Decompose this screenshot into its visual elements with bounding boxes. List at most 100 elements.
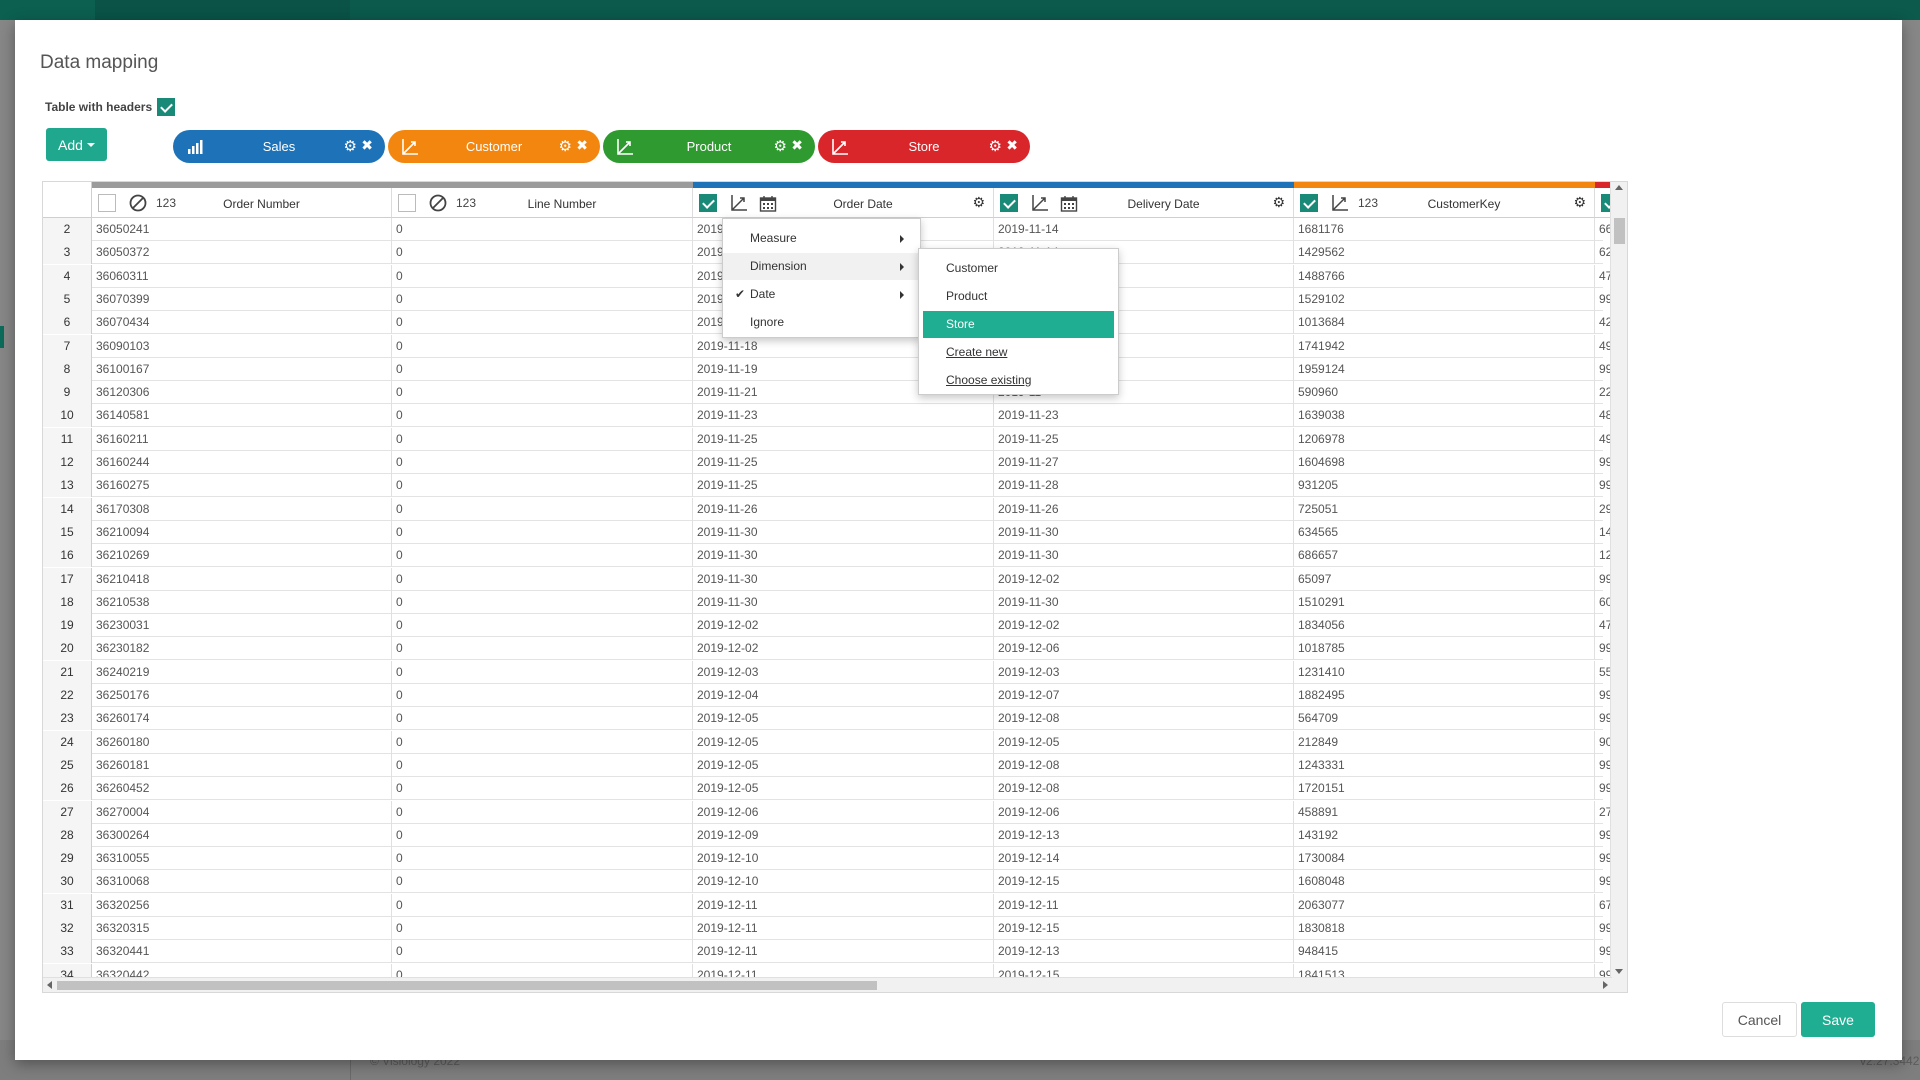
table-cell[interactable]: 2019-12-06 (994, 637, 1294, 661)
table-cell[interactable]: 0 (392, 917, 693, 940)
table-cell[interactable]: 36210094 (92, 520, 392, 544)
table-cell[interactable]: 36050241 (92, 218, 392, 241)
table-cell[interactable]: 1488766 (1294, 264, 1595, 288)
table-cell[interactable]: 36240219 (92, 660, 392, 684)
table-cell[interactable]: 686657 (1294, 544, 1595, 568)
table-cell[interactable]: 0 (392, 334, 693, 358)
gear-icon[interactable]: ⚙ (344, 137, 357, 155)
table-cell[interactable]: 0 (392, 357, 693, 381)
menu-item-date[interactable]: ✔ Date (723, 281, 920, 308)
table-cell[interactable]: 2019-12-15 (994, 917, 1294, 940)
column-header[interactable]: 123 Order Number (92, 188, 392, 218)
column-header[interactable]: Order Date ⚙ (693, 188, 994, 218)
table-cell[interactable]: 2019-12-02 (994, 567, 1294, 591)
gear-icon[interactable]: ⚙ (774, 137, 787, 155)
table-cell[interactable]: 0 (392, 404, 693, 428)
table-cell[interactable]: 2019-11-30 (693, 590, 994, 614)
table-cell[interactable]: 36230182 (92, 637, 392, 661)
table-cell[interactable]: 2019-11-28 (994, 474, 1294, 498)
table-cell[interactable]: 2019-12-05 (994, 730, 1294, 754)
table-cell[interactable]: 458891 (1294, 800, 1595, 824)
table-cell[interactable]: 0 (392, 684, 693, 707)
table-cell[interactable]: 212849 (1294, 730, 1595, 754)
table-cell[interactable]: 2019-12-05 (693, 753, 994, 777)
table-cell[interactable]: 1882495 (1294, 684, 1595, 707)
table-cell[interactable]: 0 (392, 870, 693, 894)
table-cell[interactable]: 0 (392, 730, 693, 754)
table-cell[interactable]: 1206978 (1294, 427, 1595, 451)
table-cell[interactable]: 36320315 (92, 917, 392, 940)
table-cell[interactable]: 36210418 (92, 567, 392, 591)
entity-pill-product[interactable]: Product ⚙ ✖ (603, 130, 815, 163)
submenu-item-product[interactable]: Product (919, 283, 1118, 310)
table-cell[interactable]: 1231410 (1294, 660, 1595, 684)
table-cell[interactable]: 590960 (1294, 381, 1595, 405)
close-icon[interactable]: ✖ (1006, 137, 1018, 154)
table-cell[interactable]: 725051 (1294, 497, 1595, 521)
table-cell[interactable]: 36210269 (92, 544, 392, 568)
table-cell[interactable]: 0 (392, 940, 693, 964)
table-cell[interactable]: 0 (392, 497, 693, 521)
table-cell[interactable]: 36230031 (92, 614, 392, 638)
table-cell[interactable]: 36310055 (92, 847, 392, 871)
column-header[interactable]: 123 Line Number (392, 188, 693, 218)
horizontal-scrollbar[interactable] (43, 977, 1612, 992)
table-cell[interactable]: 2019-11-30 (994, 520, 1294, 544)
table-cell[interactable]: 2019-11-25 (994, 427, 1294, 451)
entity-pill-customer[interactable]: Customer ⚙ ✖ (388, 130, 600, 163)
table-cell[interactable]: 2019-12-07 (994, 684, 1294, 707)
table-cell[interactable]: 2019-12-04 (693, 684, 994, 707)
submenu-item-customer[interactable]: Customer (919, 255, 1118, 282)
submenu-item-create-new[interactable]: Create new (919, 339, 1118, 366)
column-header[interactable]: 123 CustomerKey ⚙ (1294, 188, 1595, 218)
table-cell[interactable]: 36070399 (92, 287, 392, 311)
gear-icon[interactable]: ⚙ (1272, 194, 1285, 211)
table-cell[interactable]: 2019-11-30 (693, 520, 994, 544)
table-cell[interactable]: 36140581 (92, 404, 392, 428)
table-cell[interactable]: 36300264 (92, 823, 392, 847)
scroll-down-icon[interactable] (1615, 969, 1623, 974)
table-cell[interactable]: 1608048 (1294, 870, 1595, 894)
menu-item-dimension[interactable]: Dimension (723, 253, 920, 280)
table-cell[interactable]: 0 (392, 637, 693, 661)
table-cell[interactable]: 2019-11-25 (693, 474, 994, 498)
table-with-headers-checkbox[interactable] (157, 98, 176, 116)
table-cell[interactable]: 36100167 (92, 357, 392, 381)
table-cell[interactable]: 2019-11-25 (693, 427, 994, 451)
menu-item-ignore[interactable]: Ignore (723, 309, 920, 336)
table-cell[interactable]: 1510291 (1294, 590, 1595, 614)
table-cell[interactable]: 634565 (1294, 520, 1595, 544)
table-cell[interactable]: 36320256 (92, 893, 392, 917)
table-cell[interactable]: 65097 (1294, 567, 1595, 591)
table-cell[interactable]: 1013684 (1294, 311, 1595, 335)
table-cell[interactable]: 0 (392, 218, 693, 241)
table-cell[interactable]: 564709 (1294, 707, 1595, 731)
table-cell[interactable]: 2019-12-11 (994, 893, 1294, 917)
table-cell[interactable]: 2019-11-26 (994, 497, 1294, 521)
table-cell[interactable]: 36160211 (92, 427, 392, 451)
table-cell[interactable]: 1720151 (1294, 777, 1595, 801)
table-cell[interactable]: 2019-12-13 (994, 823, 1294, 847)
table-cell[interactable]: 2019-12-10 (693, 847, 994, 871)
table-cell[interactable]: 1018785 (1294, 637, 1595, 661)
entity-pill-store[interactable]: Store ⚙ ✖ (818, 130, 1030, 163)
gear-icon[interactable]: ⚙ (559, 137, 572, 155)
table-cell[interactable]: 948415 (1294, 940, 1595, 964)
table-cell[interactable]: 36270004 (92, 800, 392, 824)
table-cell[interactable]: 2019-11-23 (994, 404, 1294, 428)
table-cell[interactable]: 2019-12-03 (994, 660, 1294, 684)
table-cell[interactable]: 36260452 (92, 777, 392, 801)
scroll-thumb[interactable] (1614, 218, 1625, 244)
table-cell[interactable]: 2019-11-30 (693, 544, 994, 568)
table-cell[interactable]: 2019-11-30 (994, 544, 1294, 568)
table-cell[interactable]: 1243331 (1294, 753, 1595, 777)
table-cell[interactable]: 36320441 (92, 940, 392, 964)
table-cell[interactable]: 0 (392, 544, 693, 568)
table-cell[interactable]: 1429562 (1294, 241, 1595, 265)
table-cell[interactable]: 0 (392, 707, 693, 731)
table-cell[interactable]: 0 (392, 520, 693, 544)
table-cell[interactable]: 2019-12-11 (693, 893, 994, 917)
table-cell[interactable]: 2019-12-02 (994, 614, 1294, 638)
table-cell[interactable]: 2019-12-08 (994, 707, 1294, 731)
table-cell[interactable]: 2019-12-05 (693, 730, 994, 754)
